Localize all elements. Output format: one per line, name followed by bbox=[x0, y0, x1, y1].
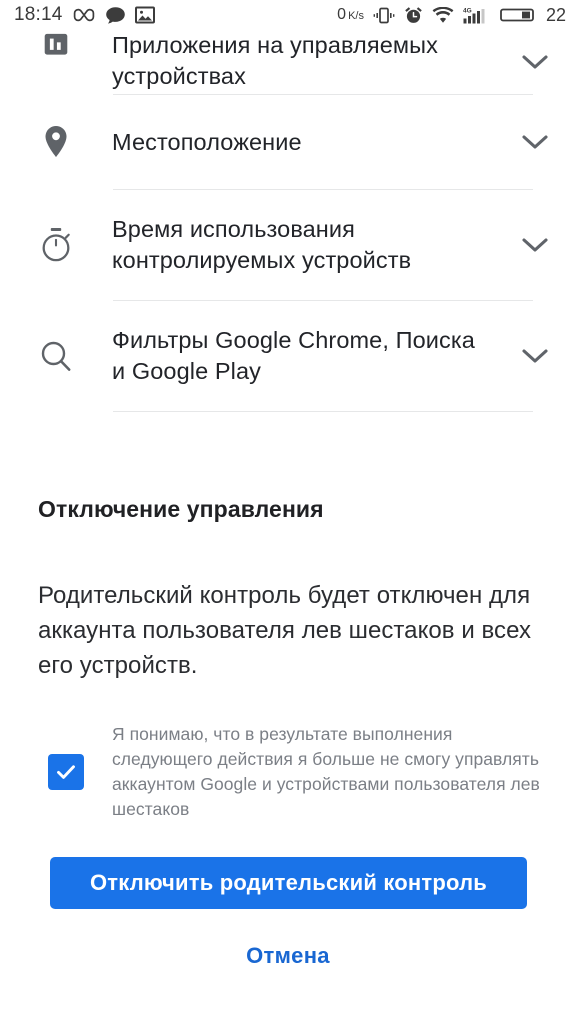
list-item-label: Местоположение bbox=[112, 128, 302, 155]
status-bar-left: 18:14 bbox=[14, 4, 155, 26]
list-item-label: Время использования контролируемых устро… bbox=[112, 216, 412, 273]
cellular-signal-icon: 4G bbox=[463, 6, 491, 24]
alarm-clock-icon bbox=[404, 6, 423, 25]
svg-text:4G: 4G bbox=[463, 8, 472, 15]
stopwatch-icon bbox=[0, 227, 112, 263]
chevron-down-icon[interactable] bbox=[504, 134, 566, 150]
disable-parental-control-button[interactable]: Отключить родительский контроль bbox=[50, 857, 527, 909]
search-icon bbox=[0, 339, 112, 373]
settings-list: Приложения на управляемых устройствах Ме… bbox=[0, 30, 576, 412]
chevron-down-icon[interactable] bbox=[504, 348, 566, 364]
consent-text: Я понимаю, что в результате выполнения с… bbox=[112, 724, 540, 819]
list-item-screen-time[interactable]: Время использования контролируемых устро… bbox=[0, 190, 576, 300]
list-item-managed-apps[interactable]: Приложения на управляемых устройствах bbox=[0, 30, 576, 94]
battery-percent: 22 bbox=[545, 4, 566, 25]
consent-checkbox[interactable] bbox=[48, 754, 84, 790]
chevron-down-icon[interactable] bbox=[504, 237, 566, 253]
list-divider bbox=[113, 411, 533, 412]
network-speed: 0 K/s bbox=[337, 6, 364, 24]
network-speed-unit: K/s bbox=[348, 10, 364, 22]
network-speed-value: 0 bbox=[337, 6, 347, 23]
section-body-text: Родительский контроль будет отключен для… bbox=[38, 582, 531, 679]
infinity-icon bbox=[72, 7, 96, 23]
section-title: Отключение управления bbox=[38, 496, 324, 522]
location-pin-icon bbox=[0, 125, 112, 159]
bar-chart-icon bbox=[0, 33, 112, 94]
list-item-label: Фильтры Google Chrome, Поиска и Google P… bbox=[112, 327, 475, 384]
photo-icon bbox=[134, 5, 155, 25]
wifi-icon bbox=[432, 6, 454, 24]
status-bar: 18:14 0 K/s 4G 22 bbox=[0, 0, 576, 30]
list-item-label: Приложения на управляемых устройствах bbox=[112, 32, 438, 89]
list-item-location[interactable]: Местоположение bbox=[0, 95, 576, 189]
consent-row[interactable]: Я понимаю, что в результате выполнения с… bbox=[38, 722, 544, 822]
vibrate-icon bbox=[373, 7, 395, 24]
battery-icon bbox=[500, 6, 536, 24]
check-icon bbox=[57, 765, 75, 779]
status-bar-clock: 18:14 bbox=[14, 4, 63, 25]
chevron-down-icon[interactable] bbox=[504, 38, 566, 94]
cancel-button[interactable]: Отмена bbox=[0, 943, 576, 969]
status-bar-right: 0 K/s 4G 22 bbox=[337, 5, 566, 26]
list-item-content-filters[interactable]: Фильтры Google Chrome, Поиска и Google P… bbox=[0, 301, 576, 411]
chat-bubble-icon bbox=[105, 6, 126, 25]
